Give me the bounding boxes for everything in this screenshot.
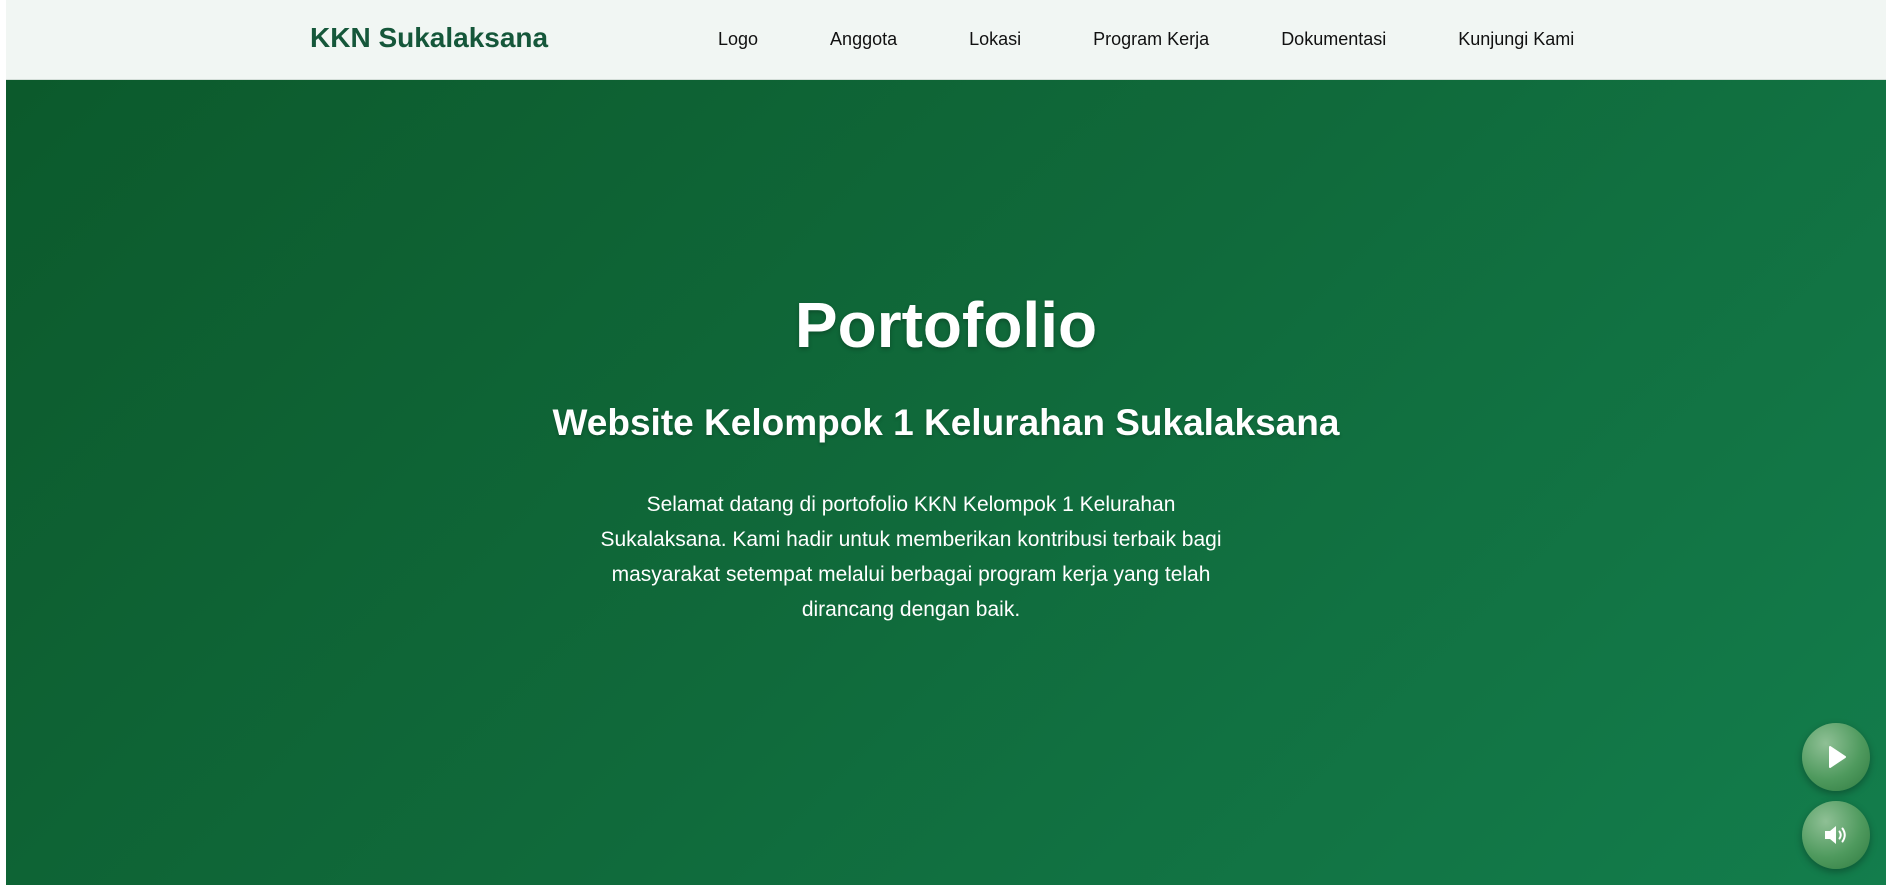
nav-link-dokumentasi[interactable]: Dokumentasi xyxy=(1281,29,1386,50)
play-icon xyxy=(1829,746,1846,768)
nav-item-lokasi: Lokasi xyxy=(969,29,1093,50)
nav-item-program-kerja: Program Kerja xyxy=(1093,29,1281,50)
play-music-button[interactable] xyxy=(1802,723,1870,791)
nav-item-logo: Logo xyxy=(718,29,830,50)
volume-button[interactable] xyxy=(1802,801,1870,869)
nav-link-program-kerja[interactable]: Program Kerja xyxy=(1093,29,1209,50)
hero-subtitle: Website Kelompok 1 Kelurahan Sukalaksana xyxy=(552,402,1340,443)
brand-logo-text[interactable]: KKN Sukalaksana xyxy=(310,22,548,54)
nav-item-kunjungi-kami: Kunjungi Kami xyxy=(1458,29,1646,50)
hero-description: Selamat datang di portofolio KKN Kelompo… xyxy=(600,493,1222,621)
nav-link-lokasi[interactable]: Lokasi xyxy=(969,29,1021,50)
nav-link-anggota[interactable]: Anggota xyxy=(830,29,897,50)
nav-item-anggota: Anggota xyxy=(830,29,969,50)
nav-links: Logo Anggota Lokasi Program Kerja Dokume… xyxy=(718,29,1646,50)
hero-section: Portofolio Website Kelompok 1 Kelurahan … xyxy=(6,80,1886,885)
page: KKN Sukalaksana Logo Anggota Lokasi Prog… xyxy=(6,0,1886,885)
nav-link-kunjungi-kami[interactable]: Kunjungi Kami xyxy=(1458,29,1574,50)
hero-title: Portofolio xyxy=(794,289,1098,361)
volume-icon xyxy=(1825,826,1846,844)
nav-item-dokumentasi: Dokumentasi xyxy=(1281,29,1458,50)
nav-link-logo[interactable]: Logo xyxy=(718,29,758,50)
navbar: KKN Sukalaksana Logo Anggota Lokasi Prog… xyxy=(6,0,1886,80)
